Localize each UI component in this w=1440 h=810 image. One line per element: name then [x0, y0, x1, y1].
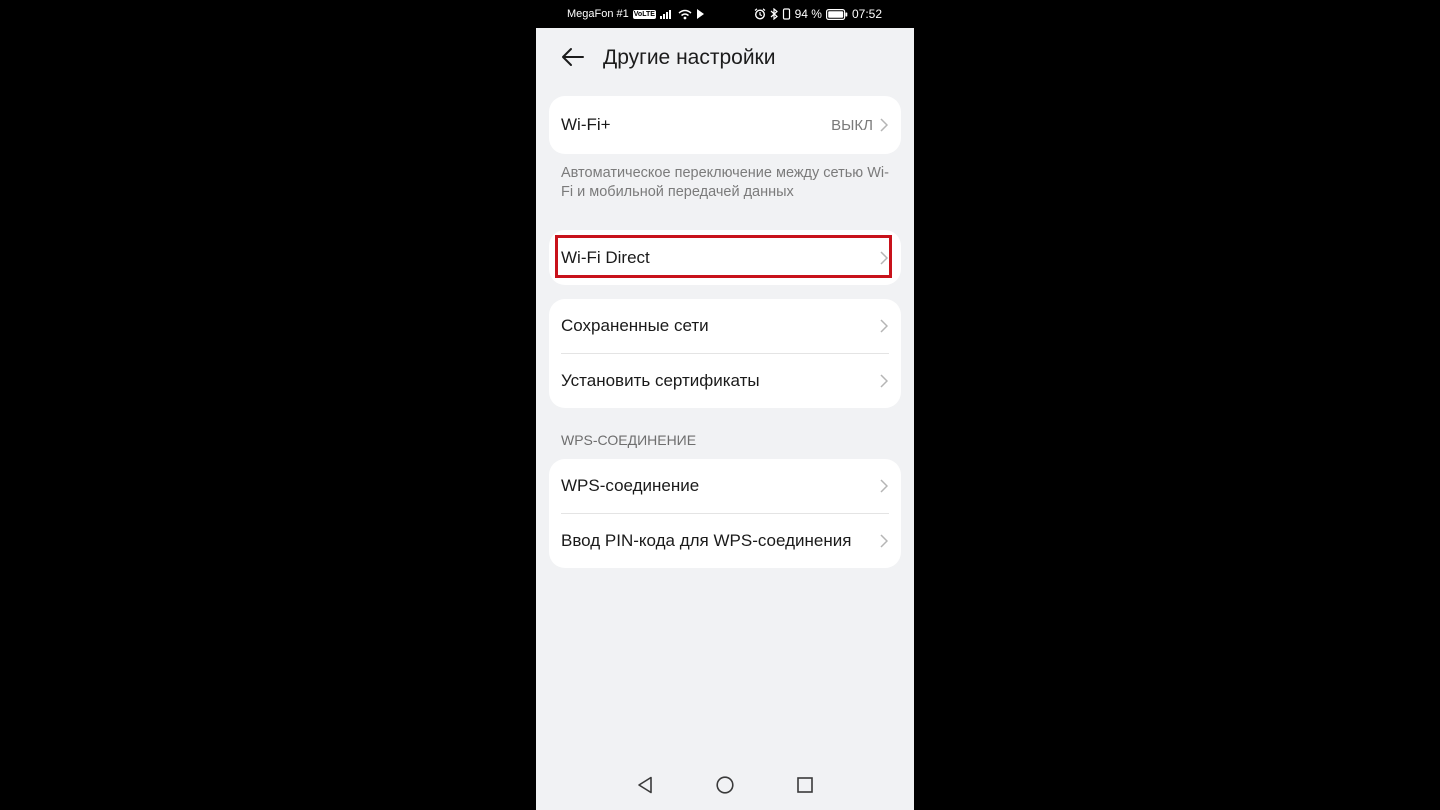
alarm-icon: [754, 8, 766, 20]
signal-icon: [659, 9, 674, 19]
back-button[interactable]: [558, 44, 588, 74]
carrier-name: MegaFon #1: [567, 8, 629, 20]
status-left: MegaFon #1 VoLTE: [567, 8, 705, 20]
install-certificates-label: Установить сертификаты: [561, 370, 760, 390]
chevron-right-icon: [879, 318, 889, 334]
wps-pin-row[interactable]: Ввод PIN-кода для WPS-соединения: [549, 513, 901, 568]
nav-recents-icon: [797, 776, 813, 798]
chevron-right-icon: [879, 250, 889, 266]
chevron-right-icon: [879, 533, 889, 549]
wifi-icon: [678, 9, 692, 20]
battery-percent: 94 %: [794, 7, 822, 21]
status-right: 94 % 07:52: [754, 7, 882, 21]
volte-badge: VoLTE: [632, 9, 656, 19]
phone-screen: MegaFon #1 VoLTE 94 % 07:52 Другие настр…: [536, 0, 914, 810]
bluetooth-icon: [770, 8, 778, 20]
status-bar: MegaFon #1 VoLTE 94 % 07:52: [536, 0, 914, 28]
saved-networks-row[interactable]: Сохраненные сети: [549, 299, 901, 353]
nav-home-button[interactable]: [712, 774, 738, 800]
wifi-direct-label: Wi-Fi Direct: [561, 247, 650, 267]
app-header: Другие настройки: [536, 28, 914, 90]
page-title: Другие настройки: [603, 46, 776, 69]
system-nav-bar: [536, 764, 914, 810]
wps-section-title: WPS-СОЕДИНЕНИЕ: [561, 432, 697, 448]
wifi-plus-row[interactable]: Wi-Fi+ ВЫКЛ: [549, 96, 901, 154]
wifi-plus-card: Wi-Fi+ ВЫКЛ: [549, 96, 901, 154]
install-certificates-row[interactable]: Установить сертификаты: [549, 353, 901, 408]
wps-connection-row[interactable]: WPS-соединение: [549, 459, 901, 513]
wps-connection-label: WPS-соединение: [561, 476, 700, 495]
play-icon: [696, 9, 705, 19]
wifi-plus-label: Wi-Fi+: [561, 115, 611, 134]
wifi-direct-card: Wi-Fi Direct: [549, 230, 901, 285]
wifi-plus-value: ВЫКЛ: [831, 116, 873, 134]
chevron-right-icon: [879, 117, 889, 133]
wps-pin-label: Ввод PIN-кода для WPS-соединения: [561, 530, 852, 550]
saved-networks-label: Сохраненные сети: [561, 316, 709, 335]
vibrate-icon: [782, 8, 791, 20]
battery-icon: [825, 8, 848, 20]
clock: 07:52: [851, 7, 882, 21]
wifi-direct-row[interactable]: Wi-Fi Direct: [549, 230, 901, 285]
arrow-left-icon: [561, 47, 585, 72]
nav-back-icon: [637, 776, 653, 799]
networks-card: Сохраненные сети Установить сертификаты: [549, 299, 901, 408]
chevron-right-icon: [879, 373, 889, 389]
wifi-plus-description: Автоматическое переключение между сетью …: [561, 165, 889, 200]
chevron-right-icon: [879, 478, 889, 494]
wps-card: WPS-соединение Ввод PIN-кода для WPS-сое…: [549, 459, 901, 568]
nav-back-button[interactable]: [632, 774, 658, 800]
nav-home-icon: [716, 775, 734, 799]
nav-recents-button[interactable]: [792, 774, 818, 800]
